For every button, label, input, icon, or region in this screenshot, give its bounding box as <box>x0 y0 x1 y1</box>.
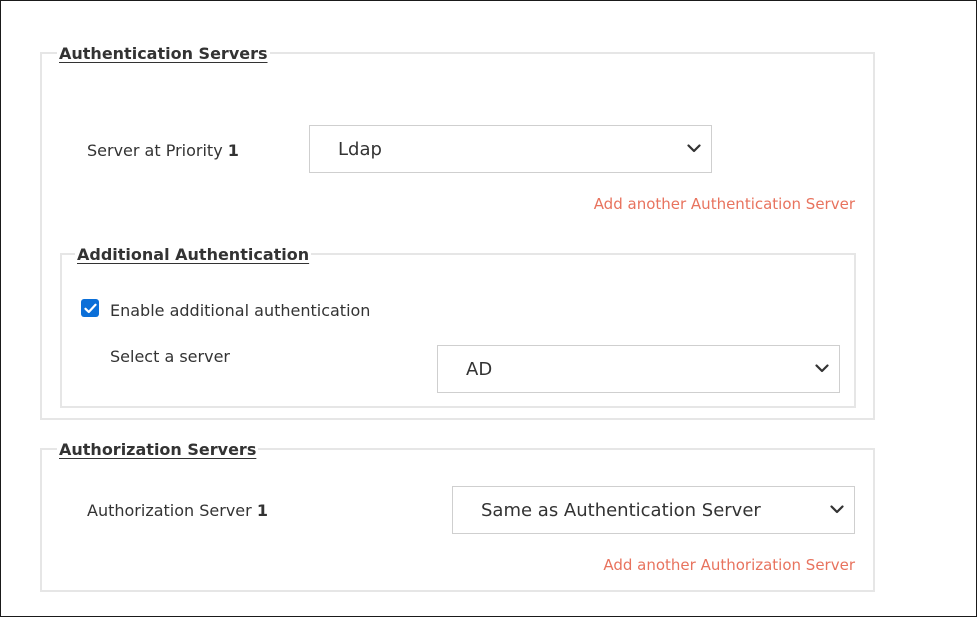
authentication-servers-legend: Authentication Servers <box>57 44 270 63</box>
chevron-down-icon <box>687 144 701 153</box>
authorization-server-select[interactable]: Same as Authentication Server <box>452 486 855 534</box>
authentication-server-select[interactable]: Ldap <box>309 125 712 173</box>
add-authorization-server-link[interactable]: Add another Authorization Server <box>603 556 855 574</box>
additional-authentication-legend: Additional Authentication <box>75 245 312 264</box>
authentication-server-value: Ldap <box>338 138 382 160</box>
add-authentication-server-link[interactable]: Add another Authentication Server <box>594 195 855 213</box>
enable-additional-auth-label: Enable additional authentication <box>110 301 371 320</box>
authorization-servers-legend: Authorization Servers <box>57 440 259 459</box>
server-priority-label: Server at Priority 1 <box>87 141 239 161</box>
checkmark-icon <box>83 303 97 313</box>
server-priority-number: 1 <box>227 141 239 160</box>
server-priority-text: Server at Priority <box>87 141 223 160</box>
additional-server-value: AD <box>466 358 493 380</box>
authorization-server-label: Authorization Server 1 <box>87 501 268 521</box>
authorization-server-number: 1 <box>256 501 268 520</box>
enable-additional-auth-checkbox[interactable] <box>81 299 99 317</box>
authorization-server-text: Authorization Server <box>87 501 252 520</box>
chevron-down-icon <box>815 364 829 373</box>
additional-server-select[interactable]: AD <box>437 345 840 393</box>
chevron-down-icon <box>830 505 844 514</box>
select-server-label: Select a server <box>110 347 230 366</box>
authorization-server-value: Same as Authentication Server <box>481 499 761 521</box>
